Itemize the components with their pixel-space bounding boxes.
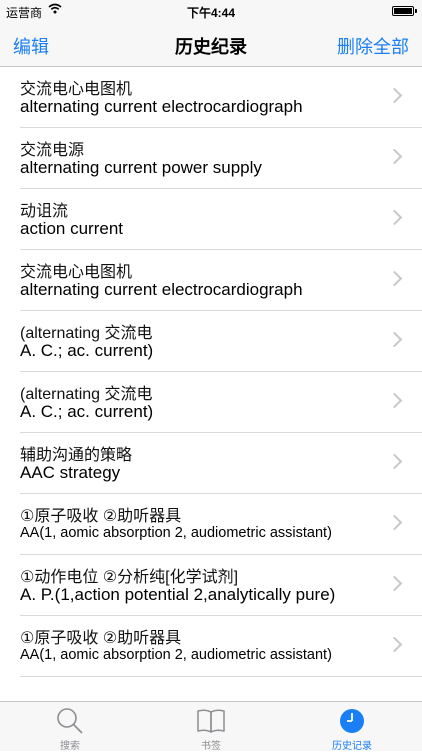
chevron-right-icon (386, 209, 403, 226)
history-term-zh: 交流电心电图机 (20, 81, 133, 98)
navigation-bar: 编辑 历史纪录 删除全部 (0, 24, 422, 67)
chevron-right-icon (386, 148, 403, 165)
history-term-en: A. C.; ac. current) (20, 402, 154, 421)
history-row[interactable]: 交流电心电图机 alternating current electrocardi… (20, 250, 422, 311)
chevron-right-icon (386, 514, 403, 531)
tab-bookmarks[interactable]: 书签 (141, 702, 281, 752)
clock-icon (340, 709, 364, 733)
status-time: 下午4:44 (186, 6, 236, 20)
tab-history[interactable]: 历史记录 (282, 702, 422, 752)
history-term-zh: 交流电心电图机 (20, 264, 133, 281)
history-term-en: A. C.; ac. current) (20, 341, 154, 360)
tab-search[interactable]: 搜索 (0, 702, 140, 752)
history-term-zh: (alternating 交流电 (20, 386, 153, 403)
history-row[interactable]: ①动作电位 ②分析纯[化学试剂] A. P.(1,action potentia… (20, 555, 422, 616)
chevron-right-icon (386, 392, 403, 409)
history-term-en: alternating current power supply (20, 158, 262, 177)
chevron-right-icon (386, 575, 403, 592)
history-row[interactable]: 动诅流 action current (20, 189, 422, 250)
history-term-en: AA(1, aomic absorption 2, audiometric as… (20, 647, 332, 663)
history-row[interactable]: 交流电源 alternating current power supply (20, 128, 422, 189)
history-row[interactable]: ①原子吸收 ②助听器具 AA(1, aomic absorption 2, au… (20, 494, 422, 555)
history-term-en: alternating current electrocardiograph (20, 280, 303, 299)
history-term-zh: 交流电源 (20, 142, 85, 159)
history-row[interactable]: 交流电心电图机 alternating current electrocardi… (20, 67, 422, 128)
history-term-zh: 辅助沟通的策略 (20, 447, 133, 464)
history-term-zh: 动诅流 (20, 203, 69, 220)
battery-icon (392, 6, 417, 16)
history-row[interactable]: 辅助沟通的策略 AAC strategy (20, 433, 422, 494)
chevron-right-icon (386, 453, 403, 470)
history-term-en: AAC strategy (20, 463, 121, 482)
history-row[interactable]: (alternating 交流电 A. C.; ac. current) (20, 311, 422, 372)
chevron-right-icon (386, 87, 403, 104)
status-bar: 运营商 下午4:44 (0, 0, 422, 24)
history-row[interactable]: ①原子吸收 ②助听器具 AA(1, aomic absorption 2, au… (20, 616, 422, 677)
chevron-right-icon (386, 331, 403, 348)
history-term-en: AA(1, aomic absorption 2, audiometric as… (20, 525, 332, 541)
search-icon (57, 708, 83, 734)
book-icon (197, 709, 225, 733)
history-term-en: A. P.(1,action potential 2,analytically … (20, 585, 336, 604)
history-term-zh: ①原子吸收 ②助听器具 (20, 508, 182, 525)
history-term-zh: (alternating 交流电 (20, 325, 153, 342)
history-term-en: action current (20, 219, 123, 238)
delete-all-button[interactable]: 删除全部 (337, 33, 409, 59)
history-term-zh: ①原子吸收 ②助听器具 (20, 630, 182, 647)
history-term-en: alternating current electrocardiograph (20, 97, 303, 116)
history-list: 交流电心电图机 alternating current electrocardi… (0, 67, 422, 701)
history-term-zh: ①动作电位 ②分析纯[化学试剂] (20, 569, 239, 586)
chevron-right-icon (386, 270, 403, 287)
chevron-right-icon (386, 636, 403, 653)
tab-bar: 搜索 书签 历史记录 (0, 701, 422, 752)
history-row[interactable]: (alternating 交流电 A. C.; ac. current) (20, 372, 422, 433)
